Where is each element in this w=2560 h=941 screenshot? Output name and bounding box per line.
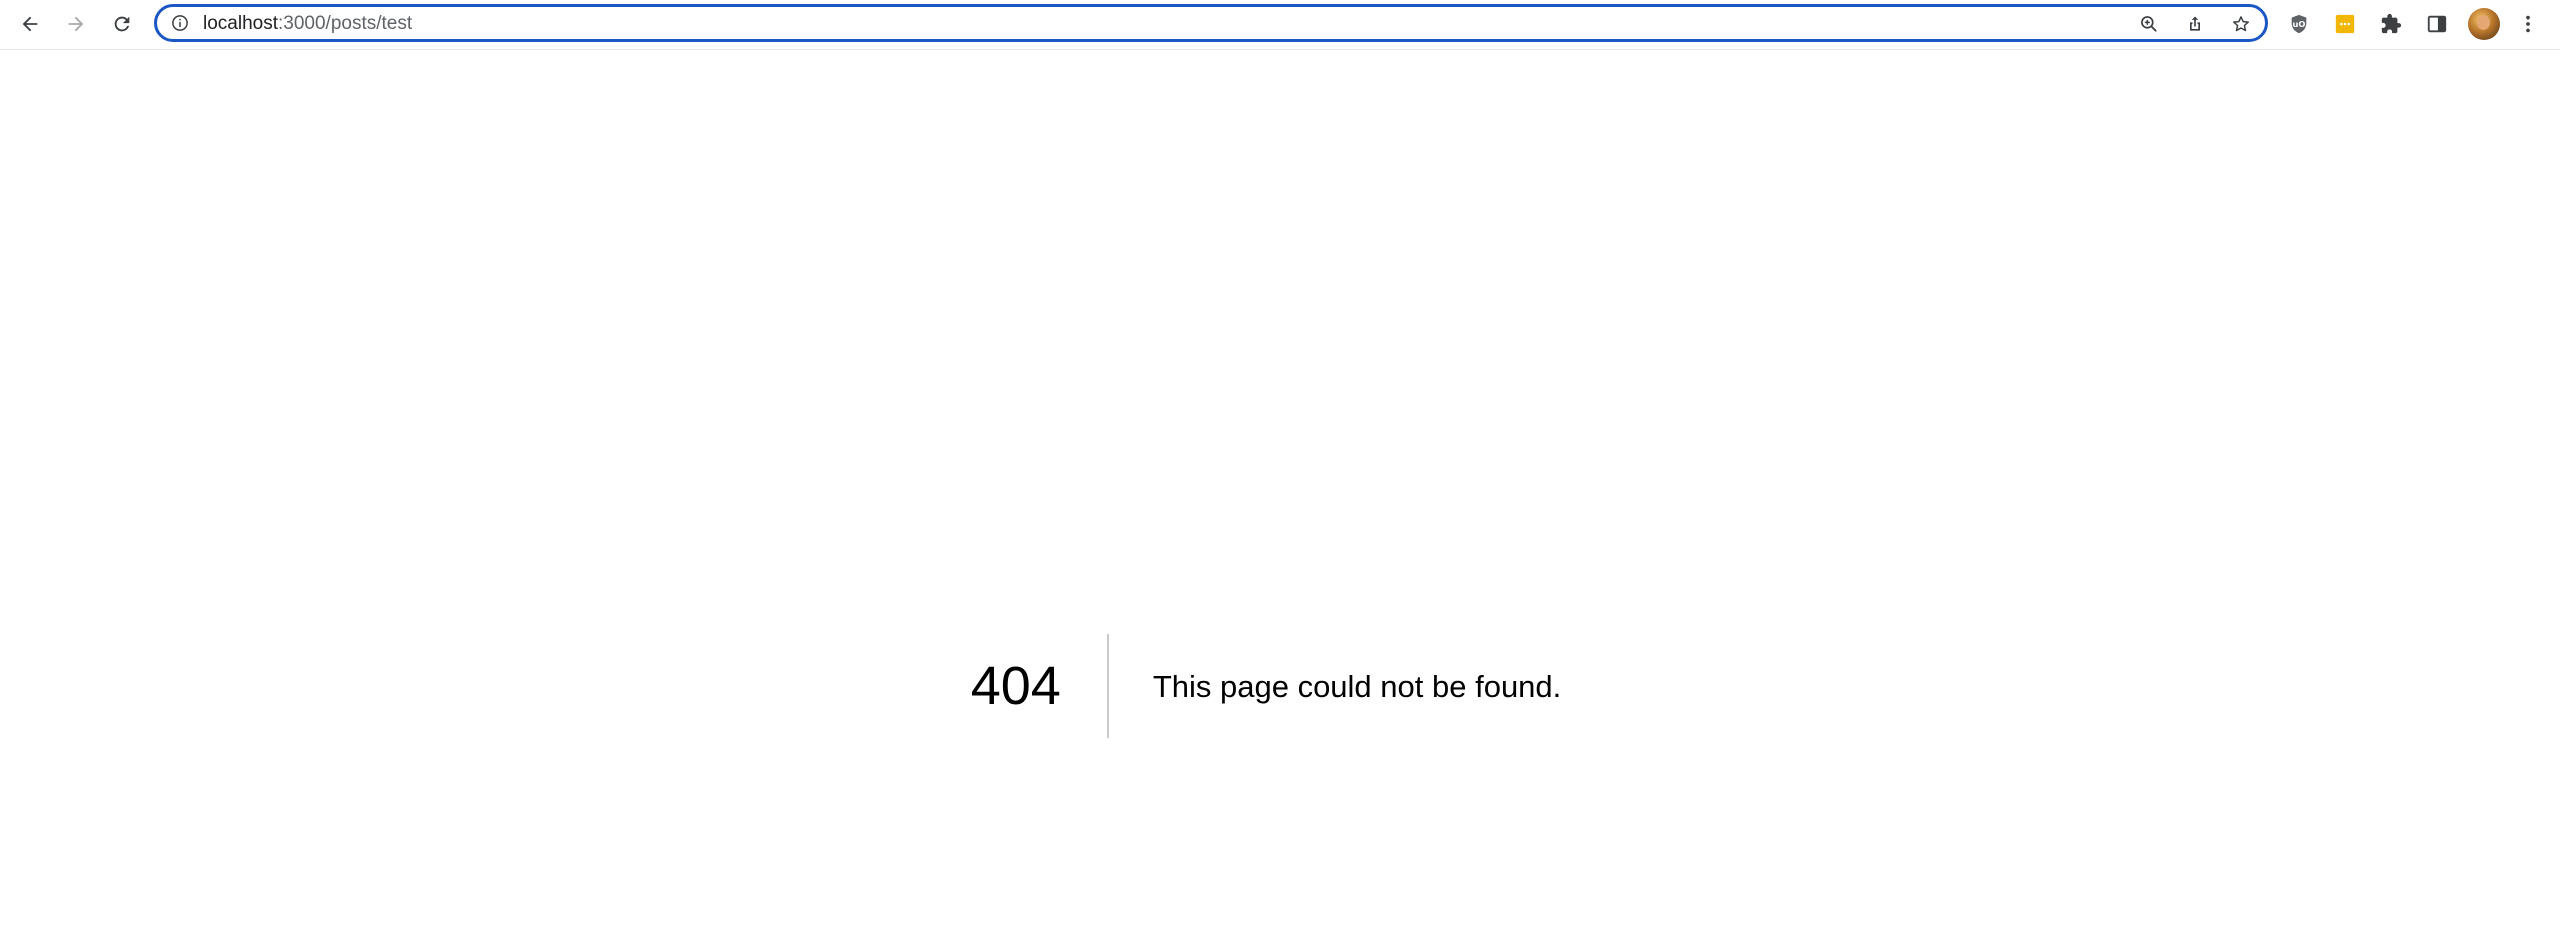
back-button[interactable] [12, 6, 48, 42]
password-manager-extension-icon [2335, 14, 2355, 34]
reload-icon [114, 16, 130, 32]
url-path: :3000/posts/test [278, 13, 413, 34]
shield-extension-icon: uO [2291, 14, 2307, 34]
forward-arrow-icon [68, 16, 84, 32]
zoom-button[interactable] [2137, 12, 2161, 36]
url-text[interactable]: localhost:3000/posts/test [203, 13, 412, 35]
share-button[interactable] [2183, 12, 2207, 36]
forward-button[interactable] [58, 6, 94, 42]
extensions-button[interactable] [2375, 8, 2407, 40]
share-icon [2190, 16, 2200, 31]
puzzle-icon [2381, 13, 2402, 34]
star-icon [2233, 16, 2249, 32]
shield-extension-button[interactable]: uO [2283, 8, 2315, 40]
error-message: This page could not be found. [1152, 668, 1562, 704]
zoom-icon [2141, 16, 2157, 32]
page-content [0, 50, 2560, 941]
error-code: 404 [971, 634, 1109, 738]
kebab-menu-icon [2526, 15, 2530, 33]
side-panel-icon [2427, 15, 2447, 33]
side-panel-button[interactable] [2421, 8, 2453, 40]
address-bar[interactable]: localhost:3000/posts/test [154, 4, 2268, 42]
avatar[interactable] [2468, 8, 2500, 40]
reload-button[interactable] [104, 6, 140, 42]
bookmark-button[interactable] [2229, 12, 2253, 36]
browser-toolbar: localhost:3000/posts/test uO [0, 0, 2560, 50]
password-manager-extension-button[interactable] [2329, 8, 2361, 40]
info-icon[interactable] [171, 14, 189, 32]
browser-menu-button[interactable] [2512, 8, 2544, 40]
back-arrow-icon [22, 16, 38, 32]
svg-text:uO: uO [2293, 19, 2306, 29]
url-host: localhost [203, 13, 278, 34]
avatar-face [2477, 15, 2490, 30]
not-found-message: 404 This page could not be found. [0, 633, 2560, 739]
